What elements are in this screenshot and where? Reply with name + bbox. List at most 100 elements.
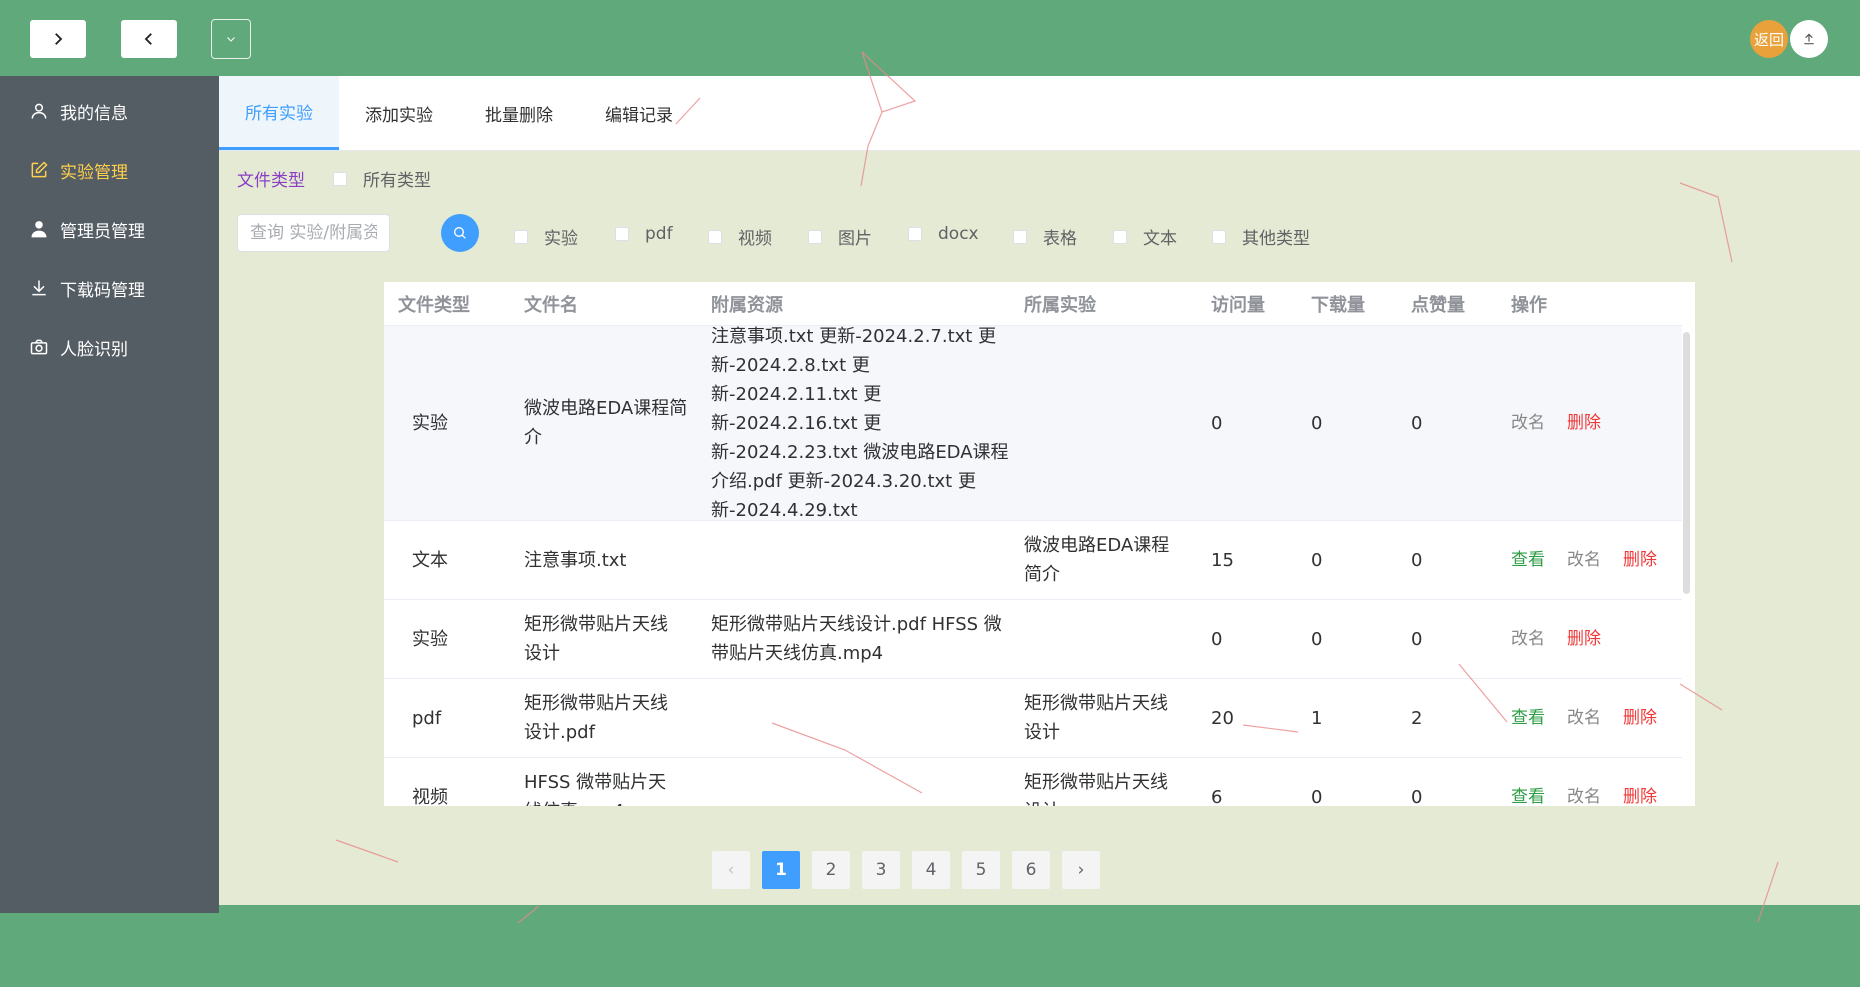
cell-type: 文本 (412, 549, 448, 571)
sidebar-item-my-info[interactable]: 我的信息 (0, 88, 219, 134)
cell-experiment: 矩形微带贴片天线设计 (1024, 693, 1168, 743)
file-table: 文件类型 文件名 附属资源 所属实验 访问量 下载量 点赞量 操作 实验 微波电… (384, 282, 1695, 806)
cell-likes: 2 (1411, 707, 1423, 729)
column-header: 操作 (1511, 294, 1547, 316)
checkbox-label: 图片 (838, 229, 872, 249)
cell-resources (711, 758, 1009, 806)
checkbox-box (808, 229, 822, 244)
type-checkbox-text[interactable]: 文本 (1113, 224, 1177, 249)
camera-icon (28, 336, 50, 358)
dropdown-button[interactable] (211, 19, 251, 59)
search-input[interactable] (237, 214, 390, 252)
cell-likes: 0 (1411, 628, 1423, 650)
cell-visits: 0 (1211, 412, 1223, 434)
back-button[interactable] (121, 20, 177, 58)
type-checkbox-video[interactable]: 视频 (708, 224, 772, 249)
all-types-checkbox[interactable]: 所有类型 (333, 166, 431, 191)
sidebar-item-download-codes[interactable]: 下载码管理 (0, 265, 219, 311)
sidebar-item-label: 我的信息 (60, 103, 128, 124)
tab-all-experiments[interactable]: 所有实验 (219, 76, 339, 150)
type-checkbox-image[interactable]: 图片 (808, 224, 872, 249)
sidebar-item-face-recognition[interactable]: 人脸识别 (0, 324, 219, 370)
cell-name: 微波电路EDA课程简介 (524, 398, 688, 448)
rename-button[interactable]: 改名 (1511, 625, 1545, 654)
column-header: 文件名 (524, 294, 578, 316)
column-header: 点赞量 (1411, 294, 1465, 316)
table-row[interactable]: 实验 矩形微带贴片天线设计 矩形微带贴片天线设计.pdf HFSS 微带贴片天线… (384, 600, 1682, 679)
cell-type: 实验 (412, 412, 448, 434)
cell-actions: 改名 删除 (1511, 600, 1681, 678)
file-type-label: 文件类型 (237, 171, 305, 191)
sidebar-item-admins[interactable]: 管理员管理 (0, 206, 219, 252)
rename-button[interactable]: 改名 (1567, 546, 1601, 575)
chevron-right-icon (55, 33, 63, 45)
sidebar: 我的信息 实验管理 管理员管理 下载码管理 人脸识别 (0, 76, 219, 913)
view-button[interactable]: 查看 (1511, 783, 1545, 807)
rename-button[interactable]: 改名 (1567, 783, 1601, 807)
cell-visits: 6 (1211, 786, 1223, 807)
checkbox-box (1113, 229, 1127, 244)
delete-button[interactable]: 删除 (1623, 704, 1657, 733)
type-checkbox-other[interactable]: 其他类型 (1212, 224, 1310, 249)
sidebar-item-label: 管理员管理 (60, 221, 145, 242)
view-button[interactable]: 查看 (1511, 704, 1545, 733)
table-row[interactable]: 文本 注意事项.txt 微波电路EDA课程简介 15 0 0 查看 改名 删除 (384, 521, 1682, 600)
page-button[interactable]: 6 (1012, 851, 1050, 889)
checkbox-label: pdf (645, 224, 673, 244)
rename-button[interactable]: 改名 (1567, 704, 1601, 733)
table-scrollbar[interactable] (1683, 332, 1690, 594)
type-checkbox-pdf[interactable]: pdf (615, 224, 673, 244)
tab-edit-history[interactable]: 编辑记录 (579, 76, 699, 150)
cell-likes: 0 (1411, 412, 1423, 434)
chevron-down-icon (227, 37, 235, 42)
return-button[interactable]: 返回 (1750, 20, 1788, 58)
checkbox-box (1212, 229, 1226, 244)
cell-visits: 15 (1211, 549, 1234, 571)
delete-button[interactable]: 删除 (1623, 783, 1657, 807)
checkbox-box (708, 229, 722, 244)
page-button[interactable]: 5 (962, 851, 1000, 889)
cell-downloads: 0 (1311, 412, 1323, 434)
page-button[interactable]: 4 (912, 851, 950, 889)
sidebar-item-experiments[interactable]: 实验管理 (0, 147, 219, 193)
delete-button[interactable]: 删除 (1567, 625, 1601, 654)
cell-name: 矩形微带贴片天线设计 (524, 614, 668, 664)
cell-experiment (1024, 326, 1196, 520)
table-row[interactable]: 视频 HFSS 微带贴片天线仿真.mp4 矩形微带贴片天线设计 6 0 0 查看… (384, 758, 1682, 806)
cell-actions: 查看 改名 删除 (1511, 679, 1681, 757)
tab-add-experiment[interactable]: 添加实验 (339, 76, 459, 150)
checkbox-label: 其他类型 (1242, 229, 1310, 249)
page-button[interactable]: 1 (762, 851, 800, 889)
admin-icon (28, 218, 50, 240)
column-header: 访问量 (1211, 294, 1265, 316)
checkbox-label: docx (938, 224, 979, 244)
view-button[interactable]: 查看 (1511, 546, 1545, 575)
checkbox-box (514, 229, 528, 244)
checkbox-box (615, 227, 629, 241)
sidebar-item-label: 人脸识别 (60, 339, 128, 360)
column-header: 附属资源 (711, 294, 783, 316)
type-checkbox-sheet[interactable]: 表格 (1013, 224, 1077, 249)
bottom-bar (0, 913, 1860, 987)
delete-button[interactable]: 删除 (1567, 409, 1601, 438)
search-button[interactable] (441, 214, 479, 252)
table-row[interactable]: 实验 微波电路EDA课程简介 注意事项.txt 更新-2024.2.7.txt … (384, 326, 1682, 521)
upload-button[interactable] (1790, 20, 1828, 58)
type-checkbox-experiment[interactable]: 实验 (514, 224, 578, 249)
cell-experiment: 微波电路EDA课程简介 (1024, 535, 1170, 585)
forward-button[interactable] (30, 20, 86, 58)
delete-button[interactable]: 删除 (1623, 546, 1657, 575)
next-page-button[interactable]: › (1062, 851, 1100, 889)
rename-button[interactable]: 改名 (1511, 409, 1545, 438)
sidebar-item-label: 下载码管理 (60, 280, 145, 301)
prev-page-button[interactable]: ‹ (712, 851, 750, 889)
cell-type: 实验 (412, 628, 448, 650)
tab-batch-delete[interactable]: 批量删除 (459, 76, 579, 150)
page-button[interactable]: 2 (812, 851, 850, 889)
checkbox-box (333, 171, 347, 186)
type-checkbox-docx[interactable]: docx (908, 224, 979, 244)
page-button[interactable]: 3 (862, 851, 900, 889)
checkbox-label: 所有类型 (363, 171, 431, 191)
main-content: 所有实验 添加实验 批量删除 编辑记录 文件类型 所有类型 实验 pdf 视频 … (219, 76, 1860, 905)
table-row[interactable]: pdf 矩形微带贴片天线设计.pdf 矩形微带贴片天线设计 20 1 2 查看 … (384, 679, 1682, 758)
